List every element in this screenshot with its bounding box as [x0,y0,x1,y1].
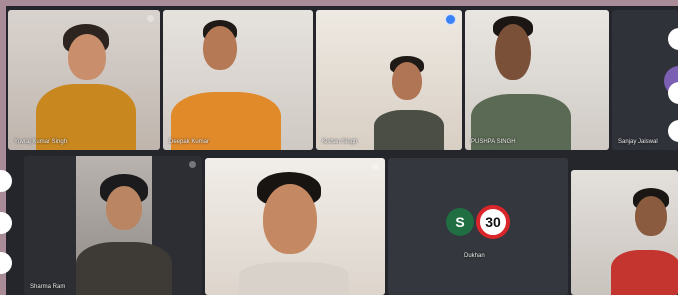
participant-name: Dukhan [464,253,485,259]
speed-limit-badge: 30 [476,205,510,239]
participant-avatar: S [446,208,474,236]
participant-tile-9[interactable] [571,170,678,295]
participant-name: Kishan Singh [322,139,358,145]
participant-tile-1[interactable]: Yuvraj Kumar Singh [8,10,160,150]
mic-muted-icon [147,15,154,22]
participant-name: Sanjay Jaiswal [618,139,658,145]
mic-muted-icon [189,161,196,168]
participant-tile-8[interactable]: S 30 Dukhan [388,158,568,295]
mic-muted-icon [372,163,379,170]
participant-name: Yuvraj Kumar Singh [14,139,68,145]
participant-name: Sharma Ram [30,284,66,290]
participant-tile-2[interactable]: Deepak Kumar [163,10,313,150]
participant-name: PUSHPA SINGH [471,139,516,145]
participant-tile-7[interactable] [205,158,385,295]
participant-tile-3[interactable]: Kishan Singh [316,10,462,150]
participant-tile-6[interactable]: Sharma Ram [24,156,202,295]
participant-tile-4[interactable]: PUSHPA SINGH [465,10,609,150]
participant-name: Deepak Kumar [169,139,210,145]
active-speaker-icon [445,14,456,25]
video-call-grid: Yuvraj Kumar Singh Deepak Kumar Kishan S… [6,6,678,295]
